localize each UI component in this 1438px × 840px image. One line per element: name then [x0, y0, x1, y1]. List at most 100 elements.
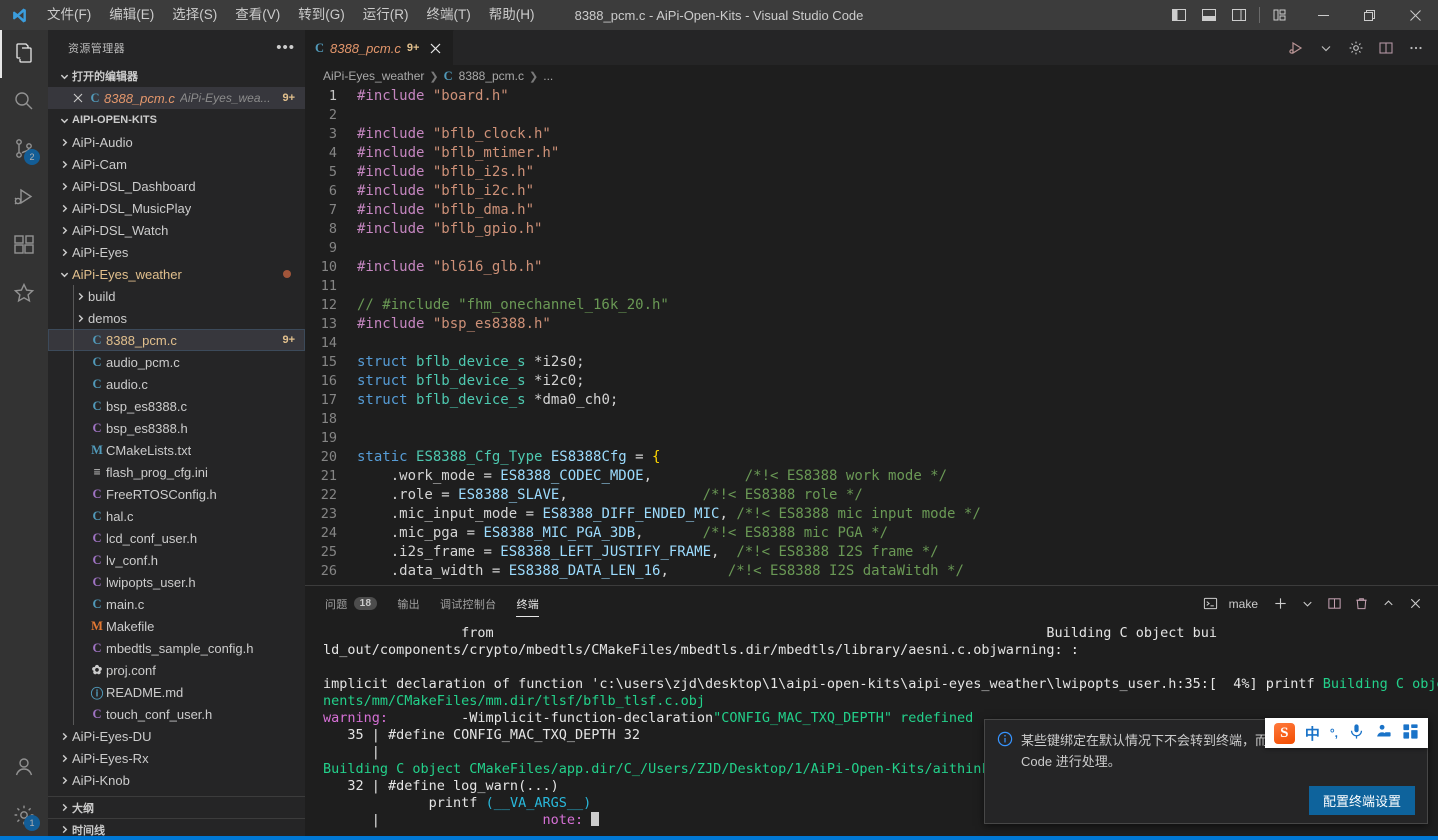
open-editors-label: 打开的编辑器: [72, 71, 138, 83]
tree-file-main.c[interactable]: Cmain.c: [48, 593, 305, 615]
ime-language-mode[interactable]: 中: [1305, 723, 1320, 744]
breadcrumb-item-file[interactable]: 8388_pcm.c: [459, 69, 524, 83]
section-outline[interactable]: 大纲: [48, 796, 305, 818]
split-editor-icon[interactable]: [1372, 30, 1400, 65]
tree-file-audio_pcm.c[interactable]: Caudio_pcm.c: [48, 351, 305, 373]
tree-file-mbedtls_sample_config.h[interactable]: Cmbedtls_sample_config.h: [48, 637, 305, 659]
activitybar-item-search[interactable]: [0, 78, 48, 126]
activitybar-item-accounts[interactable]: [0, 744, 48, 792]
tree-folder-AiPi-Eyes[interactable]: AiPi-Eyes: [48, 241, 305, 263]
menu-run[interactable]: 运行(R): [354, 0, 418, 30]
close-icon[interactable]: [70, 90, 86, 106]
editor-tab-8388-pcm-c[interactable]: C 8388_pcm.c 9+: [305, 30, 455, 65]
line-content: static ES8388_Cfg_Type ES8388Cfg = {: [357, 449, 661, 465]
tree-file-audio.c[interactable]: Caudio.c: [48, 373, 305, 395]
tree-file-FreeRTOSConfig.h[interactable]: C FreeRTOSConfig.h: [48, 483, 305, 505]
activitybar-item-settings[interactable]: 1: [0, 792, 48, 840]
tree-folder-AiPi-DSL_Dashboard[interactable]: AiPi-DSL_Dashboard: [48, 175, 305, 197]
mic-icon[interactable]: [1348, 723, 1365, 744]
menu-edit[interactable]: 编辑(E): [100, 0, 163, 30]
line-number: 26: [320, 563, 337, 579]
code-line: 25 .i2s_frame = ES8388_LEFT_JUSTIFY_FRAM…: [305, 543, 1438, 562]
ime-punctuation-mode[interactable]: °,: [1330, 726, 1338, 740]
toggle-primary-sidebar-icon[interactable]: [1165, 0, 1193, 30]
more-actions-icon[interactable]: [1402, 30, 1430, 65]
toggle-panel-icon[interactable]: [1195, 0, 1223, 30]
new-terminal-icon[interactable]: [1267, 591, 1293, 617]
tree-file-lcd_conf_user.h[interactable]: Clcd_conf_user.h: [48, 527, 305, 549]
line-content: .i2s_frame = ES8388_LEFT_JUSTIFY_FRAME, …: [357, 544, 939, 560]
menu-go[interactable]: 转到(G): [289, 0, 354, 30]
tree-folder-AiPi-DSL_Watch[interactable]: AiPi-DSL_Watch: [48, 219, 305, 241]
tree-folder-demos[interactable]: demos: [48, 307, 305, 329]
person-icon[interactable]: [1375, 723, 1392, 744]
menu-view[interactable]: 查看(V): [226, 0, 289, 30]
tree-file-Makefile[interactable]: M Makefile: [48, 615, 305, 637]
tree-folder-build[interactable]: build: [48, 285, 305, 307]
maximize-panel-icon[interactable]: [1375, 591, 1401, 617]
tree-file-proj.conf[interactable]: ✿ proj.conf: [48, 659, 305, 681]
file-type-icon: C: [443, 68, 453, 83]
close-panel-icon[interactable]: [1402, 591, 1428, 617]
tree-item-count: 9+: [282, 334, 295, 346]
sogou-ime-logo-icon[interactable]: S: [1273, 722, 1295, 744]
customize-layout-icon[interactable]: [1266, 0, 1294, 30]
tab-problems[interactable]: 问题 18: [325, 586, 378, 621]
tree-folder-AiPi-Audio[interactable]: AiPi-Audio: [48, 131, 305, 153]
tree-file-lv_conf.h[interactable]: Clv_conf.h: [48, 549, 305, 571]
tab-debug-console[interactable]: 调试控制台: [440, 586, 497, 621]
tree-folder-AiPi-Cam[interactable]: AiPi-Cam: [48, 153, 305, 175]
code-editor[interactable]: 1 #include "board.h" 2 3 #include "bflb_cloc…: [305, 87, 1438, 585]
activitybar-item-explorer[interactable]: [0, 30, 48, 78]
code-line: 10 #include "bl616_glb.h": [305, 258, 1438, 277]
tree-file-bsp_es8388.h[interactable]: Cbsp_es8388.h: [48, 417, 305, 439]
activitybar-item-run-and-debug[interactable]: [0, 174, 48, 222]
keyboard-icon[interactable]: [1402, 723, 1419, 744]
split-terminal-icon[interactable]: [1321, 591, 1347, 617]
tree-item-label: 8388_pcm.c: [106, 332, 177, 348]
tree-file-touch_conf_user.h[interactable]: Ctouch_conf_user.h: [48, 703, 305, 725]
tree-file-8388_pcm.c[interactable]: C 8388_pcm.c 9+: [48, 329, 305, 351]
activitybar-item-favorites[interactable]: [0, 270, 48, 318]
tree-file-lwipopts_user.h[interactable]: Clwipopts_user.h: [48, 571, 305, 593]
activitybar-item-extensions[interactable]: [0, 222, 48, 270]
toggle-secondary-sidebar-icon[interactable]: [1225, 0, 1253, 30]
breadcrumb-item-symbol[interactable]: ...: [543, 69, 553, 83]
open-editor-item[interactable]: C 8388_pcm.c AiPi-Eyes_wea... 9+: [48, 87, 305, 109]
chevron-down-icon[interactable]: [1294, 591, 1320, 617]
activitybar-item-source-control[interactable]: 2: [0, 126, 48, 174]
gear-icon[interactable]: [1342, 30, 1370, 65]
kill-terminal-icon[interactable]: [1348, 591, 1374, 617]
tree-file-CMakeLists.txt[interactable]: M CMakeLists.txt: [48, 439, 305, 461]
run-code-icon[interactable]: [1282, 30, 1310, 65]
window-minimize-button[interactable]: [1300, 0, 1346, 30]
tab-output[interactable]: 输出: [397, 586, 420, 621]
tree-folder-AiPi-Knob[interactable]: AiPi-Knob: [48, 769, 305, 791]
tree-file-bsp_es8388.c[interactable]: Cbsp_es8388.c: [48, 395, 305, 417]
line-number: 11: [320, 278, 337, 294]
tree-file-README.md[interactable]: ⓘ README.md: [48, 681, 305, 703]
tree-file-flash_prog_cfg.ini[interactable]: ≡ flash_prog_cfg.ini: [48, 461, 305, 483]
tree-folder-AiPi-Eyes-Rx[interactable]: AiPi-Eyes-Rx: [48, 747, 305, 769]
active-terminal-name[interactable]: make: [1229, 597, 1258, 611]
menu-file[interactable]: 文件(F): [38, 0, 100, 30]
tree-folder-AiPi-Eyes-DU[interactable]: AiPi-Eyes-DU: [48, 725, 305, 747]
tree-folder-AiPi-Eyes_weather[interactable]: AiPi-Eyes_weather: [48, 263, 305, 285]
sidebar-more-actions-icon[interactable]: •••: [276, 40, 295, 55]
configure-terminal-settings-button[interactable]: 配置终端设置: [1308, 786, 1415, 815]
tab-terminal[interactable]: 终端: [516, 586, 539, 621]
window-close-button[interactable]: [1392, 0, 1438, 30]
window-maximize-button[interactable]: [1346, 0, 1392, 30]
section-workspace[interactable]: AIPI-OPEN-KITS: [48, 109, 305, 131]
tree-file-hal.c[interactable]: Chal.c: [48, 505, 305, 527]
menu-selection[interactable]: 选择(S): [163, 0, 226, 30]
section-open-editors[interactable]: 打开的编辑器: [48, 65, 305, 87]
close-icon[interactable]: [427, 40, 443, 56]
breadcrumb-item-folder[interactable]: AiPi-Eyes_weather: [323, 69, 424, 83]
chevron-down-icon[interactable]: [1312, 30, 1340, 65]
tree-folder-AiPi-DSL_MusicPlay[interactable]: AiPi-DSL_MusicPlay: [48, 197, 305, 219]
source-control-badge: 2: [24, 149, 40, 165]
code-line: 8 #include "bflb_gpio.h": [305, 220, 1438, 239]
menu-help[interactable]: 帮助(H): [480, 0, 544, 30]
menu-terminal[interactable]: 终端(T): [418, 0, 480, 30]
